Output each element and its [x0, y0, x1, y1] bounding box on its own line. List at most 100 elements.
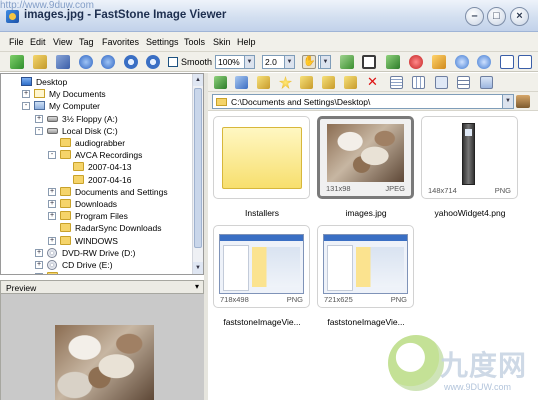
expand-icon[interactable]: +	[35, 273, 43, 274]
expand-icon[interactable]: +	[48, 236, 56, 245]
tree-item[interactable]: 2007-04-13	[1, 161, 191, 173]
sort-icon[interactable]	[457, 76, 470, 89]
tree-item-label: AVCA Recordings	[75, 150, 143, 161]
tree-item[interactable]: + WINDOWS	[1, 235, 191, 247]
chevron-down-icon: ▼	[284, 56, 294, 68]
browse-tool-icon[interactable]	[516, 95, 530, 108]
delete-icon[interactable]: ✕	[366, 75, 379, 89]
rotate-right-icon[interactable]	[477, 55, 491, 69]
tree-item-label: DVD-RW Drive (D:)	[62, 247, 136, 258]
back-icon[interactable]	[214, 76, 227, 89]
thumbnail-view-icon[interactable]	[500, 55, 514, 69]
tree-item-label: WINDOWS	[75, 235, 118, 246]
thumbnail-name[interactable]: faststoneImageVie...	[311, 317, 421, 327]
menu-edit[interactable]: Edit	[30, 37, 46, 47]
maximize-button[interactable]: □	[487, 7, 506, 26]
chevron-down-icon[interactable]: ▼	[502, 95, 513, 108]
desktop-icon	[21, 77, 32, 86]
adjust-icon[interactable]	[386, 55, 400, 69]
zoom-select[interactable]: 100% ▼	[215, 55, 255, 69]
draw-icon[interactable]	[432, 55, 446, 69]
thumbnail-card[interactable]: 718x498 PNG	[213, 225, 310, 308]
thumbnails-icon[interactable]	[435, 76, 448, 89]
expand-icon[interactable]: +	[48, 187, 56, 196]
chevron-down-icon[interactable]: ▾	[195, 282, 199, 291]
tree-item[interactable]: 2007-04-16	[1, 174, 191, 186]
tree-item[interactable]: - AVCA Recordings	[1, 149, 191, 161]
thumbnail-name[interactable]: yahooWidget4.png	[415, 208, 525, 218]
expand-icon[interactable]: +	[48, 200, 56, 208]
tree-item[interactable]: + My Sharing Folders	[1, 271, 191, 274]
scroll-up-icon[interactable]: ▲	[193, 74, 203, 86]
tree-item[interactable]: + Documents and Settings	[1, 186, 191, 198]
tree-item[interactable]: + DVD-RW Drive (D:)	[1, 247, 191, 259]
folder-icon[interactable]	[33, 55, 47, 69]
scroll-thumb[interactable]	[194, 88, 202, 248]
hand-tool-icon[interactable]: ✋	[302, 55, 316, 69]
collapse-icon[interactable]: -	[22, 102, 30, 111]
filter-icon[interactable]	[480, 76, 493, 89]
tree-scrollbar[interactable]: ▲ ▼	[192, 74, 203, 274]
expand-icon[interactable]: +	[35, 261, 43, 269]
expand-icon[interactable]: +	[22, 90, 30, 99]
collapse-icon[interactable]: -	[35, 126, 43, 135]
save-icon[interactable]	[56, 55, 70, 69]
thumbnail-name[interactable]: Installers	[207, 208, 317, 218]
menu-tools[interactable]: Tools	[184, 37, 205, 47]
close-button[interactable]: ×	[510, 7, 529, 26]
tree-item-label: Downloads	[75, 199, 118, 209]
hand-tool-dropdown[interactable]: ▼	[318, 55, 331, 69]
ratio-select[interactable]: 2.0 ▼	[262, 55, 295, 69]
tree-item[interactable]: - My Computer	[1, 100, 191, 112]
tree-item[interactable]: + Downloads	[1, 198, 191, 210]
collapse-icon[interactable]: -	[48, 151, 56, 160]
menu-file[interactable]: File	[9, 37, 24, 47]
address-combo[interactable]: C:\Documents and Settings\Desktop\ ▼	[212, 94, 514, 109]
expand-icon[interactable]: +	[35, 114, 43, 123]
tree-item[interactable]: Desktop	[1, 76, 191, 88]
title-bar: http://www.9duw.com images.jpg - FastSto…	[0, 0, 538, 32]
zoom-in-icon[interactable]	[124, 55, 138, 69]
tree-item[interactable]: audiograbber	[1, 137, 191, 149]
thumbnail-name[interactable]: images.jpg	[311, 208, 421, 218]
scroll-down-icon[interactable]: ▼	[193, 262, 203, 274]
menu-favorites[interactable]: Favorites	[102, 37, 139, 47]
list-view-icon[interactable]	[412, 76, 425, 89]
menu-view[interactable]: View	[53, 37, 72, 47]
crop-icon[interactable]	[362, 55, 376, 69]
thumbnail-name[interactable]: faststoneImageVie...	[207, 317, 317, 327]
tree-item[interactable]: + Program Files	[1, 210, 191, 222]
move-to-folder-icon[interactable]	[344, 76, 357, 89]
tree-item[interactable]: RadarSync Downloads	[1, 222, 191, 234]
tree-item[interactable]: - Local Disk (C:)	[1, 125, 191, 137]
fullscreen-icon[interactable]	[518, 55, 532, 69]
new-folder-icon[interactable]	[300, 76, 313, 89]
up-folder-icon[interactable]	[257, 76, 270, 89]
tree-item[interactable]: +3½ Floppy (A:)	[1, 113, 191, 125]
expand-icon[interactable]: +	[35, 248, 43, 257]
thumbnail-card[interactable]: 721x625 PNG	[317, 225, 414, 308]
menu-skin[interactable]: Skin	[213, 37, 231, 47]
smooth-checkbox[interactable]	[168, 57, 178, 67]
next-icon[interactable]	[101, 55, 115, 69]
fit-icon[interactable]	[340, 55, 354, 69]
tree-item[interactable]: + My Documents	[1, 88, 191, 100]
thumbnail-card[interactable]: 148x714 PNG	[421, 116, 518, 199]
previous-icon[interactable]	[79, 55, 93, 69]
details-view-icon[interactable]	[390, 76, 403, 89]
copy-to-folder-icon[interactable]	[322, 76, 335, 89]
forward-icon[interactable]	[235, 76, 248, 89]
minimize-button[interactable]: –	[465, 7, 484, 26]
zoom-out-icon[interactable]	[146, 55, 160, 69]
tree-item[interactable]: + CD Drive (E:)	[1, 259, 191, 271]
favorite-star-icon[interactable]	[279, 76, 292, 89]
menu-settings[interactable]: Settings	[146, 37, 179, 47]
thumbnail-card[interactable]: 131x98 JPEG	[317, 116, 414, 199]
red-eye-icon[interactable]	[409, 55, 423, 69]
open-icon[interactable]	[10, 55, 24, 69]
rotate-left-icon[interactable]	[455, 55, 469, 69]
menu-tag[interactable]: Tag	[79, 37, 94, 47]
menu-help[interactable]: Help	[237, 37, 256, 47]
expand-icon[interactable]: +	[48, 212, 56, 221]
thumbnail-card[interactable]	[213, 116, 310, 199]
